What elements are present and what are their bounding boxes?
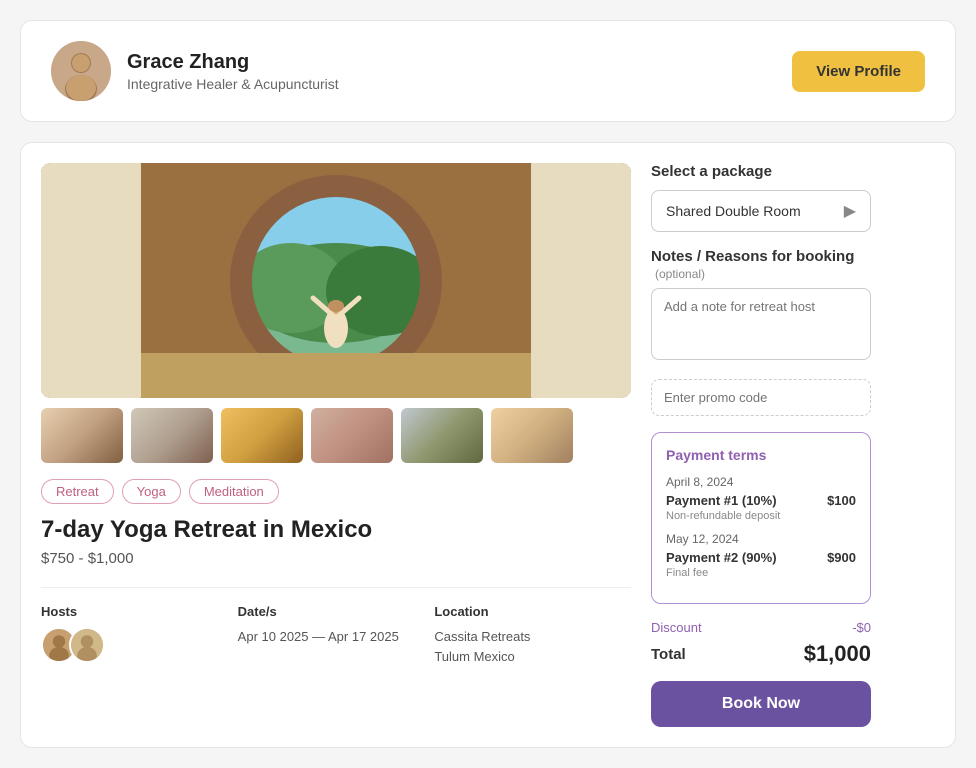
payment-terms-card: Payment terms April 8, 2024 Payment #1 (…: [651, 432, 871, 604]
price-range: $750 - $1,000: [41, 550, 631, 567]
main-content: Retreat Yoga Meditation 7-day Yoga Retre…: [20, 142, 956, 748]
avatar: [51, 41, 111, 101]
total-label: Total: [651, 646, 686, 663]
notes-section: Notes / Reasons for booking (optional): [651, 248, 871, 379]
payment1-date: April 8, 2024: [666, 475, 856, 489]
location-block: Location Cassita Retreats Tulum Mexico: [434, 604, 631, 666]
payment1-sub: Non-refundable deposit: [666, 510, 856, 522]
profile-card: Grace Zhang Integrative Healer & Acupunc…: [20, 20, 956, 122]
left-column: Retreat Yoga Meditation 7-day Yoga Retre…: [41, 163, 631, 727]
tags: Retreat Yoga Meditation: [41, 479, 631, 504]
total-row: Total $1,000: [651, 641, 871, 667]
payment1-label: Payment #1 (10%): [666, 493, 777, 508]
book-now-button[interactable]: Book Now: [651, 681, 871, 727]
location-label: Location: [434, 604, 631, 619]
discount-value: -$0: [852, 620, 871, 635]
thumbnail-row: [41, 408, 631, 463]
host-avatar-2: [69, 627, 105, 663]
payment2-label: Payment #2 (90%): [666, 550, 777, 565]
thumbnail-4[interactable]: [311, 408, 393, 463]
payment2-row: Payment #2 (90%) $900: [666, 550, 856, 565]
discount-row: Discount -$0: [651, 620, 871, 635]
tag-retreat: Retreat: [41, 479, 114, 504]
thumbnail-1[interactable]: [41, 408, 123, 463]
thumbnail-2[interactable]: [131, 408, 213, 463]
package-select[interactable]: Shared Double Room ▶: [651, 190, 871, 232]
tag-yoga: Yoga: [122, 479, 181, 504]
host-avatars: [41, 627, 238, 663]
payment2-sub: Final fee: [666, 567, 856, 579]
notes-label-text: Notes / Reasons for booking: [651, 248, 854, 265]
payment1-amount: $100: [827, 493, 856, 508]
promo-input[interactable]: [651, 379, 871, 416]
payment2-amount: $900: [827, 550, 856, 565]
location-line2: Tulum Mexico: [434, 647, 631, 667]
dates-block: Date/s Apr 10 2025 — Apr 17 2025: [238, 604, 435, 666]
right-column: Select a package Shared Double Room ▶ No…: [651, 163, 871, 727]
hero-image: [41, 163, 631, 398]
notes-label: Notes / Reasons for booking (optional): [651, 248, 871, 282]
notes-textarea[interactable]: [651, 288, 871, 360]
payment1-row: Payment #1 (10%) $100: [666, 493, 856, 508]
package-label: Select a package: [651, 163, 871, 180]
profile-name: Grace Zhang: [127, 51, 339, 74]
thumbnail-5[interactable]: [401, 408, 483, 463]
discount-label: Discount: [651, 620, 702, 635]
thumbnail-6[interactable]: [491, 408, 573, 463]
hosts-block: Hosts: [41, 604, 238, 666]
location-line1: Cassita Retreats: [434, 627, 631, 647]
payment-terms-title: Payment terms: [666, 447, 856, 463]
dates-label: Date/s: [238, 604, 435, 619]
total-amount: $1,000: [804, 641, 871, 667]
thumbnail-3[interactable]: [221, 408, 303, 463]
payment2-date: May 12, 2024: [666, 532, 856, 546]
dates-value: Apr 10 2025 — Apr 17 2025: [238, 627, 435, 647]
profile-left: Grace Zhang Integrative Healer & Acupunc…: [51, 41, 339, 101]
chevron-right-icon: ▶: [844, 201, 856, 221]
hosts-label: Hosts: [41, 604, 238, 619]
tag-meditation: Meditation: [189, 479, 279, 504]
view-profile-button[interactable]: View Profile: [792, 51, 925, 92]
package-value: Shared Double Room: [666, 203, 801, 219]
info-section: Hosts: [41, 587, 631, 666]
profile-info: Grace Zhang Integrative Healer & Acupunc…: [127, 51, 339, 92]
notes-optional: (optional): [655, 267, 705, 281]
retreat-title: 7-day Yoga Retreat in Mexico: [41, 516, 631, 544]
profile-title: Integrative Healer & Acupuncturist: [127, 76, 339, 92]
